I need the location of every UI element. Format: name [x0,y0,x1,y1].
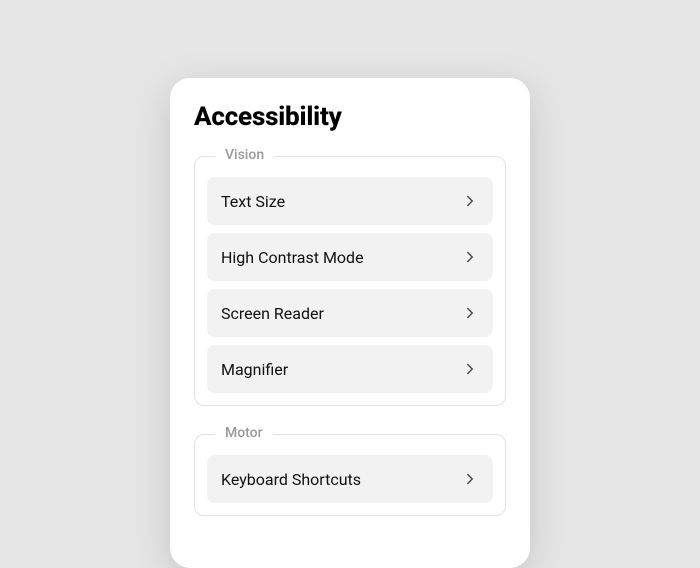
group-legend-vision: Vision [215,147,274,163]
row-text-size[interactable]: Text Size [207,177,493,225]
row-magnifier[interactable]: Magnifier [207,345,493,393]
chevron-right-icon [461,360,479,378]
row-label: Text Size [221,192,285,211]
row-high-contrast-mode[interactable]: High Contrast Mode [207,233,493,281]
row-screen-reader[interactable]: Screen Reader [207,289,493,337]
group-motor: Motor Keyboard Shortcuts [194,434,506,516]
page-title: Accessibility [194,102,506,132]
row-label: Keyboard Shortcuts [221,470,361,489]
group-legend-motor: Motor [215,425,273,441]
group-vision: Vision Text Size High Contrast Mode Scre… [194,156,506,406]
row-label: Magnifier [221,360,288,379]
chevron-right-icon [461,304,479,322]
chevron-right-icon [461,192,479,210]
chevron-right-icon [461,248,479,266]
row-label: High Contrast Mode [221,248,364,267]
chevron-right-icon [461,470,479,488]
row-keyboard-shortcuts[interactable]: Keyboard Shortcuts [207,455,493,503]
settings-card: Accessibility Vision Text Size High Cont… [170,78,530,568]
row-label: Screen Reader [221,304,324,323]
